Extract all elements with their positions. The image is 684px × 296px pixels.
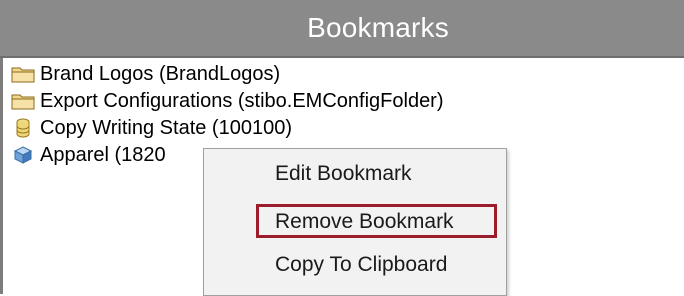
panel-left-border [0,58,3,294]
folder-icon [10,90,36,112]
bookmark-item-export-configurations[interactable]: Export Configurations (stibo.EMConfigFol… [10,89,670,113]
bookmark-label: Copy Writing State (100100) [40,117,292,139]
bookmark-label: Apparel (1820 [40,144,166,166]
bookmark-label: Brand Logos (BrandLogos) [40,63,281,85]
menu-item-copy-to-clipboard[interactable]: Copy To Clipboard [204,247,506,283]
menu-item-remove-bookmark[interactable]: Remove Bookmark [204,204,506,240]
bookmarks-panel: Bookmarks Brand Logos (BrandLogos) Expor… [0,0,684,296]
bookmark-item-brand-logos[interactable]: Brand Logos (BrandLogos) [10,62,670,86]
panel-header: Bookmarks [0,0,684,58]
menu-item-label: Copy To Clipboard [275,253,448,276]
menu-item-edit-bookmark[interactable]: Edit Bookmark [204,156,506,192]
database-icon [10,117,36,139]
cube-icon [10,144,36,166]
menu-item-label: Edit Bookmark [275,162,412,185]
bookmark-item-copy-writing-state[interactable]: Copy Writing State (100100) [10,116,670,140]
folder-icon [10,63,36,85]
bookmark-label: Export Configurations (stibo.EMConfigFol… [40,90,444,112]
panel-title: Bookmarks [307,12,449,43]
menu-item-label: Remove Bookmark [275,210,454,233]
context-menu: Edit Bookmark Remove Bookmark Copy To Cl… [203,148,507,296]
